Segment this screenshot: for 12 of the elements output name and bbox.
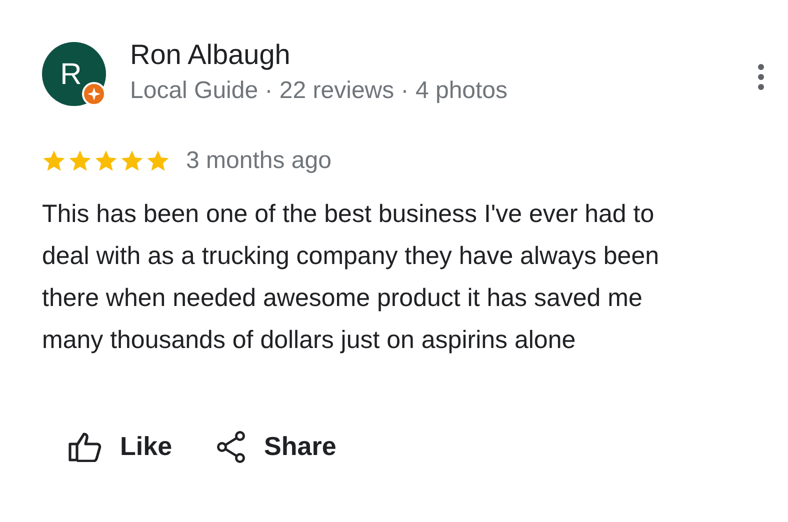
- star-icon: [94, 149, 118, 173]
- share-icon: [216, 430, 246, 462]
- reviewer-name[interactable]: Ron Albaugh: [130, 38, 758, 72]
- star-icon: [68, 149, 92, 173]
- review-age: 3 months ago: [186, 146, 332, 176]
- reviewer-details: Local Guide · 22 reviews · 4 photos: [130, 76, 509, 106]
- star-icon: [120, 149, 144, 173]
- review-text: This has been one of the best business I've ever had to deal with as a trucking company they have always been there when needed awesome product it has saved me many thousands of dollars just on aspirins alone: [42, 199, 660, 356]
- star-icon: [42, 149, 66, 173]
- star-icon: [146, 149, 170, 173]
- thumbs-up-icon: [68, 432, 102, 462]
- more-options-icon[interactable]: [758, 64, 764, 90]
